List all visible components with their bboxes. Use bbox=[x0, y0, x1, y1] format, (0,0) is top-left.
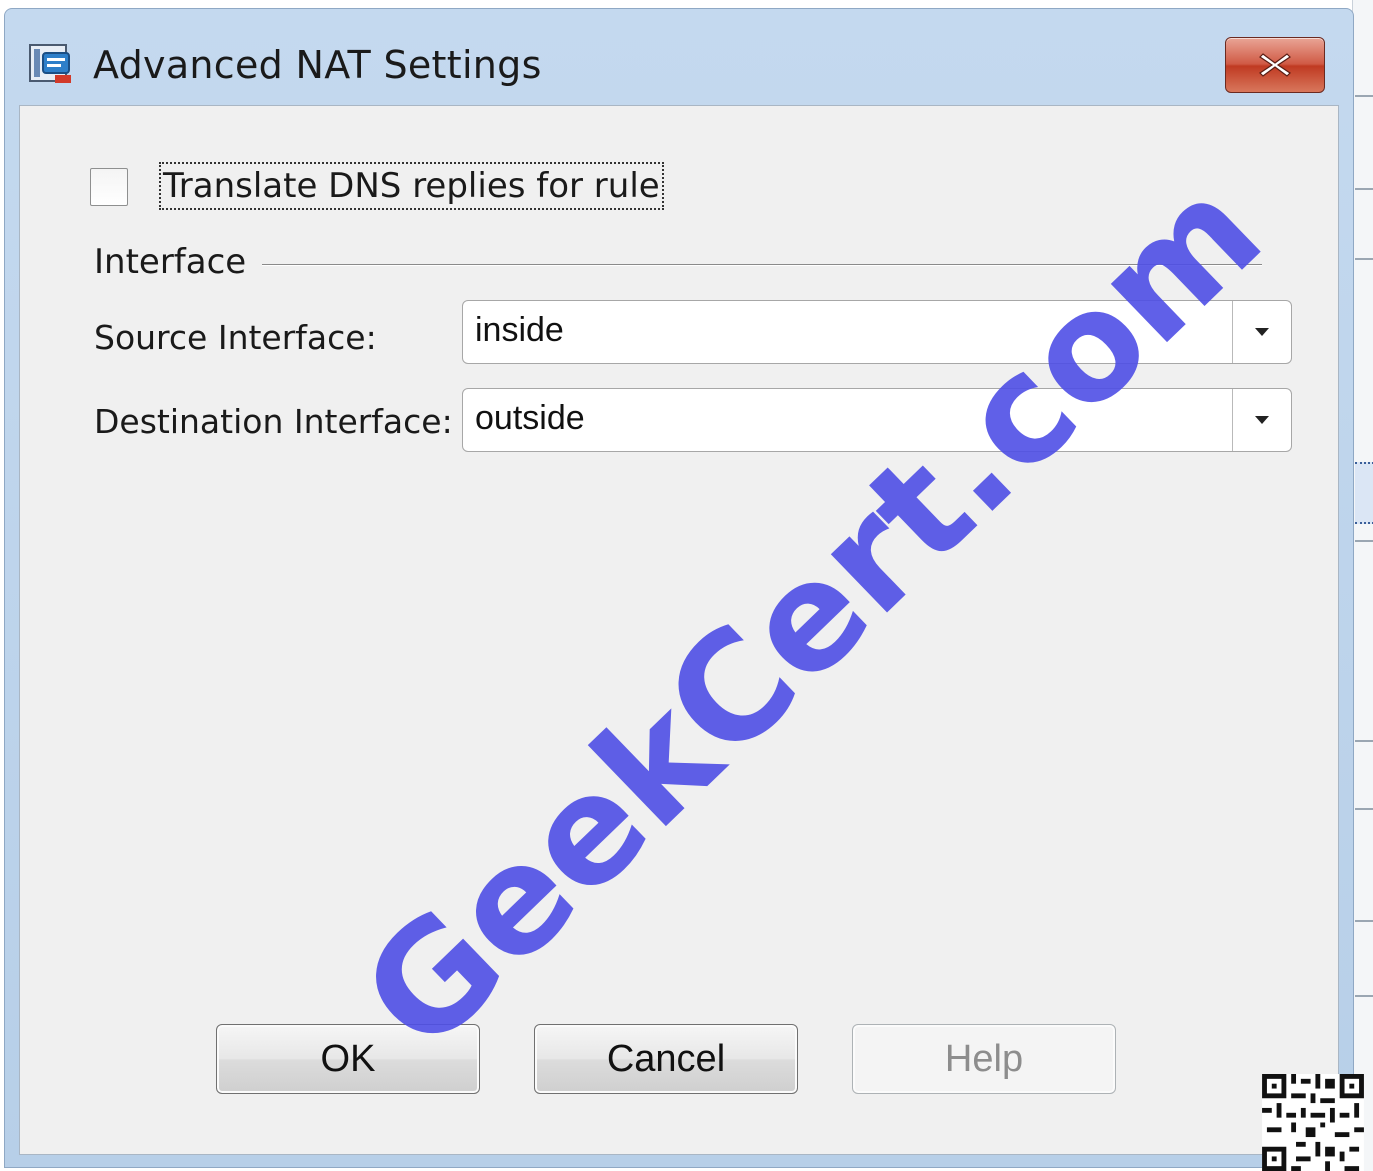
translate-dns-checkbox[interactable] bbox=[90, 168, 128, 206]
source-dropdown-button[interactable] bbox=[1232, 301, 1291, 363]
ok-button[interactable]: OK bbox=[216, 1024, 480, 1094]
close-button[interactable] bbox=[1225, 37, 1325, 93]
destination-interface-label: Destination Interface: bbox=[94, 402, 453, 441]
background-divider bbox=[1355, 808, 1373, 810]
background-selection bbox=[1355, 462, 1373, 524]
destination-interface-select[interactable]: outside bbox=[462, 388, 1292, 452]
background-window-edge bbox=[1352, 0, 1373, 1171]
close-icon bbox=[1259, 53, 1291, 77]
group-separator bbox=[262, 264, 1262, 265]
source-interface-value: inside bbox=[475, 311, 564, 349]
chevron-down-icon bbox=[1255, 416, 1269, 424]
source-interface-select[interactable]: inside bbox=[462, 300, 1292, 364]
background-divider bbox=[1355, 258, 1373, 260]
translate-dns-label[interactable]: Translate DNS replies for rule bbox=[159, 162, 664, 210]
help-button: Help bbox=[852, 1024, 1116, 1094]
advanced-nat-settings-dialog: Advanced NAT Settings Translate DNS repl… bbox=[4, 8, 1354, 1168]
background-divider bbox=[1355, 95, 1373, 97]
chevron-down-icon bbox=[1255, 328, 1269, 336]
dialog-title: Advanced NAT Settings bbox=[93, 43, 542, 87]
background-divider bbox=[1355, 920, 1373, 922]
source-interface-label: Source Interface: bbox=[94, 318, 377, 357]
background-divider bbox=[1355, 540, 1373, 542]
qr-code-icon bbox=[1262, 1074, 1364, 1171]
destination-dropdown-button[interactable] bbox=[1232, 389, 1291, 451]
dialog-content: Translate DNS replies for rule Interface… bbox=[19, 105, 1339, 1155]
title-bar[interactable]: Advanced NAT Settings bbox=[5, 9, 1353, 103]
background-divider bbox=[1355, 995, 1373, 997]
cancel-button[interactable]: Cancel bbox=[534, 1024, 798, 1094]
background-divider bbox=[1355, 188, 1373, 190]
background-divider bbox=[1355, 740, 1373, 742]
destination-interface-value: outside bbox=[475, 399, 585, 437]
interface-group-title: Interface bbox=[94, 242, 247, 282]
asdm-app-icon bbox=[27, 39, 75, 87]
